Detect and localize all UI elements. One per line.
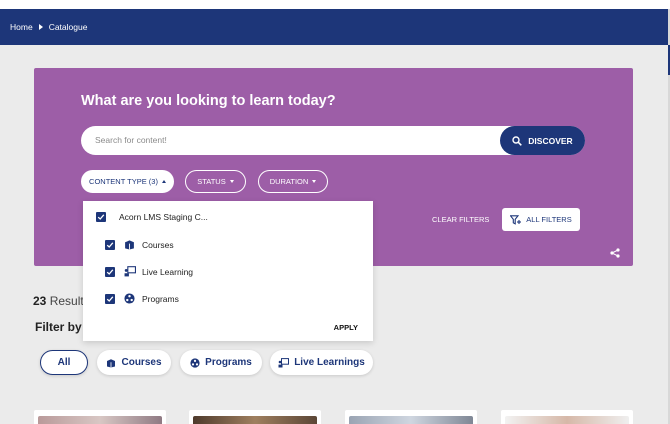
status-filter-label: STATUS	[197, 177, 226, 186]
dropdown-item-label: Acorn LMS Staging C...	[119, 212, 208, 222]
content-type-filter[interactable]: CONTENT TYPE (3)	[81, 170, 174, 193]
card-image	[349, 416, 473, 424]
search-placeholder: Search for content!	[95, 135, 167, 145]
breadcrumb-current: Catalogue	[48, 22, 88, 32]
search-icon	[512, 135, 523, 146]
check-icon	[106, 295, 114, 302]
status-filter[interactable]: STATUS	[185, 170, 246, 193]
hero-title: What are you looking to learn today?	[81, 93, 336, 109]
breadcrumb: Home Catalogue	[10, 22, 87, 32]
dropdown-item-parent[interactable]: Acorn LMS Staging C...	[96, 212, 208, 222]
top-navbar: Home Catalogue	[0, 9, 668, 45]
courses-icon	[125, 240, 134, 250]
duration-filter-label: DURATION	[269, 177, 309, 186]
check-icon	[106, 268, 114, 275]
all-filters-button[interactable]: ALL FILTERS	[502, 208, 580, 231]
breadcrumb-home-link[interactable]: Home	[10, 22, 33, 32]
chip-programs-label: Programs	[205, 357, 252, 368]
results-number: 23	[33, 294, 47, 308]
live-learning-icon	[124, 266, 136, 277]
all-filters-label: ALL FILTERS	[526, 215, 572, 224]
content-card[interactable]	[189, 410, 321, 424]
content-card[interactable]	[34, 410, 166, 424]
content-type-dropdown: Acorn LMS Staging C... Courses Live Lear…	[83, 201, 373, 341]
duration-filter[interactable]: DURATION	[258, 170, 328, 193]
chip-courses-label: Courses	[121, 357, 162, 368]
filter-by-heading: Filter by	[35, 320, 82, 334]
filter-add-icon	[510, 214, 522, 225]
chip-live-learnings[interactable]: Live Learnings	[270, 350, 373, 375]
chip-all[interactable]: All	[40, 350, 88, 375]
breadcrumb-arrow-icon	[38, 24, 43, 30]
courses-icon	[107, 358, 116, 367]
discover-button[interactable]: DISCOVER	[500, 126, 585, 155]
share-icon[interactable]	[610, 248, 620, 258]
card-image	[193, 416, 317, 424]
check-icon	[97, 214, 105, 220]
programs-icon	[124, 293, 135, 304]
discover-label: DISCOVER	[528, 135, 573, 146]
dropdown-item-courses[interactable]: Courses	[105, 239, 174, 250]
chip-all-label: All	[57, 357, 71, 368]
chip-courses[interactable]: Courses	[97, 350, 171, 375]
caret-down-icon	[229, 180, 234, 183]
dropdown-item-label: Programs	[142, 293, 179, 304]
dropdown-item-live-learning[interactable]: Live Learning	[105, 266, 193, 277]
results-count: 23 Result	[33, 294, 84, 308]
chip-live-learnings-label: Live Learnings	[294, 357, 365, 368]
card-image	[505, 416, 629, 424]
apply-button[interactable]: APPLY	[334, 323, 358, 332]
card-image	[38, 416, 162, 424]
dropdown-item-label: Live Learning	[142, 266, 194, 277]
programs-icon	[190, 357, 200, 368]
live-learning-icon	[278, 357, 290, 367]
content-card[interactable]	[501, 410, 633, 424]
content-type-filter-label: CONTENT TYPE (3)	[89, 177, 158, 186]
checkbox-checked[interactable]	[105, 293, 115, 304]
dropdown-item-programs[interactable]: Programs	[105, 293, 179, 304]
chip-programs[interactable]: Programs	[180, 350, 262, 375]
checkbox-checked[interactable]	[96, 212, 106, 222]
dropdown-item-label: Courses	[142, 239, 174, 250]
checkbox-checked[interactable]	[105, 239, 115, 250]
content-card[interactable]	[345, 410, 477, 424]
check-icon	[106, 241, 114, 248]
caret-up-icon	[161, 180, 166, 183]
clear-filters-button[interactable]: CLEAR FILTERS	[432, 215, 489, 224]
caret-down-icon	[312, 180, 317, 183]
top-strip	[0, 0, 670, 9]
results-label: Result	[49, 294, 84, 308]
checkbox-checked[interactable]	[105, 266, 115, 277]
